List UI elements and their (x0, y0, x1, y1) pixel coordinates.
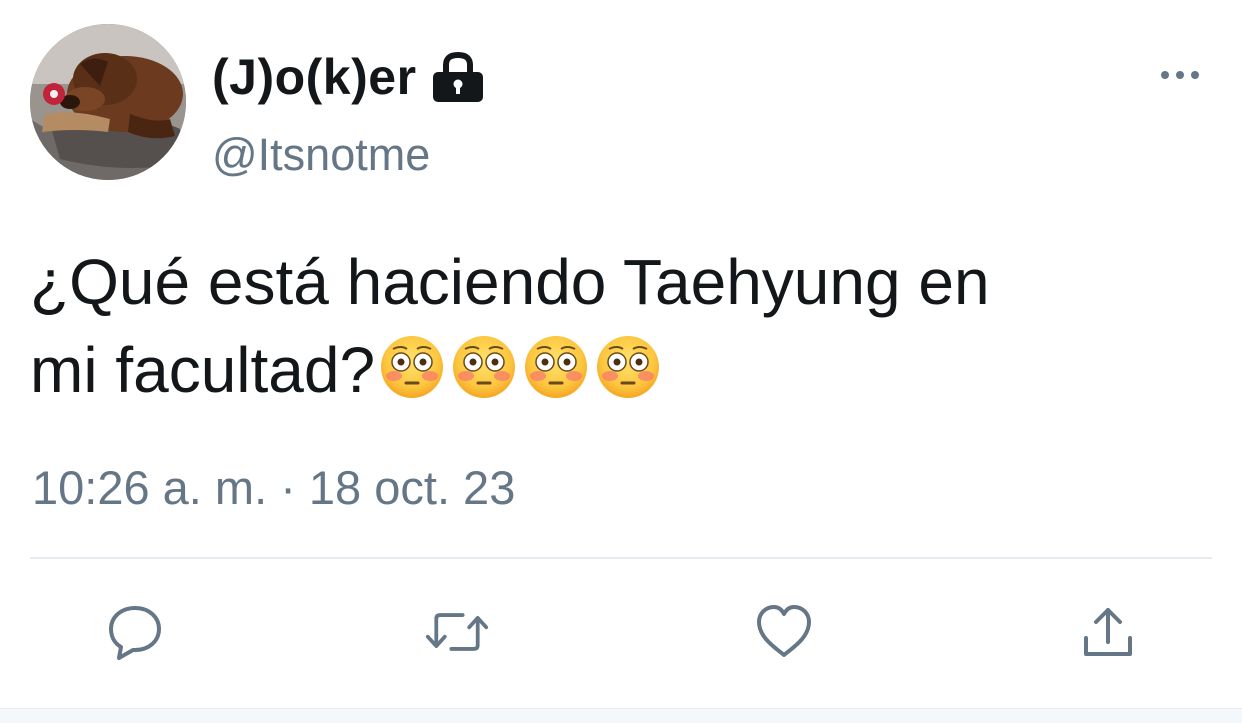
flushed-face-emoji (453, 336, 516, 398)
divider (30, 557, 1212, 559)
author-handle[interactable]: @Itsnotme (212, 132, 430, 177)
tweet-text-line-2-wrap: mi facultad? (30, 326, 1210, 414)
retweet-icon (425, 613, 489, 651)
author-name-row[interactable]: (J)o(k)er (212, 44, 487, 110)
retweet-button[interactable] (425, 600, 489, 664)
heart-icon (757, 605, 811, 657)
avatar[interactable] (30, 24, 186, 180)
emoji-row (379, 334, 661, 400)
flushed-face-emoji (525, 336, 588, 398)
more-horizontal-icon[interactable] (1156, 60, 1204, 90)
tweet-timestamp[interactable]: 10:26 a. m. · 18 oct. 23 (32, 464, 515, 511)
flushed-face-emoji (381, 336, 444, 398)
share-button[interactable] (1076, 600, 1140, 664)
reply-button[interactable] (103, 600, 167, 664)
like-button[interactable] (752, 600, 816, 664)
tweet-text-line-2: mi facultad? (30, 334, 376, 406)
tweet-text: ¿Qué está haciendo Taehyung en mi facult… (30, 238, 1210, 414)
action-bar (0, 600, 1242, 664)
lock-icon (429, 48, 487, 106)
flushed-face-emoji (597, 336, 660, 398)
share-icon (1084, 608, 1132, 656)
display-name[interactable]: (J)o(k)er (212, 52, 417, 102)
tweet-text-line-1: ¿Qué está haciendo Taehyung en (30, 246, 990, 318)
reply-icon (109, 606, 161, 660)
bottom-separator (0, 708, 1242, 723)
dog-avatar-image (30, 24, 186, 180)
